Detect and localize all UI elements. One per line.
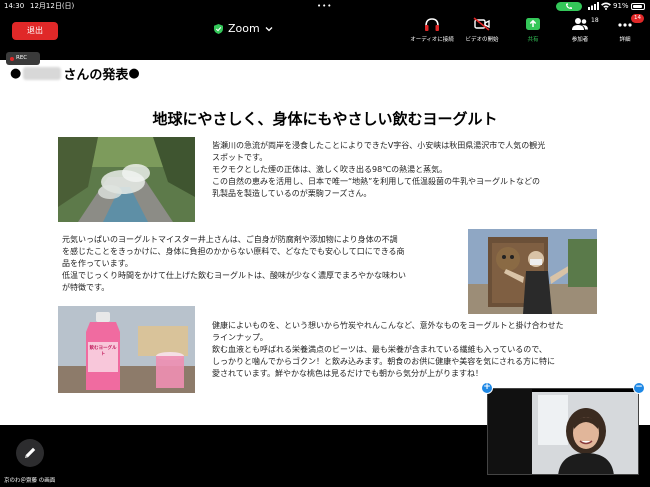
- screen-owner-label: 京のわ＠齋藤 の画面: [4, 478, 56, 484]
- para3-line: しっかりと噛んでからゴクン！と飲み込みます。朝食のお供に健康や美容を気にされる方…: [212, 357, 556, 366]
- para3-line: 飲む血液とも呼ばれる栄養満点のビーツは、最も栄養が含まれている繊維も入っているの…: [212, 345, 547, 354]
- annotate-button[interactable]: [16, 439, 44, 467]
- slide-title: 地球にやさしく、身体にもやさしい飲むヨーグルト: [152, 110, 498, 128]
- share-label: 共有: [527, 37, 539, 43]
- bullet-left: ●: [10, 66, 22, 81]
- thumbnail-minimize-button[interactable]: −: [633, 382, 645, 394]
- battery-fill: [633, 5, 643, 8]
- mascot-photo: [468, 229, 597, 314]
- blurred-name: [23, 67, 62, 80]
- wifi-icon: [601, 2, 611, 10]
- app-title: Zoom: [228, 22, 260, 35]
- recording-label: REC: [16, 55, 28, 61]
- participants-label: 参加者: [571, 37, 589, 43]
- headphones-icon: [425, 18, 439, 31]
- para2-line: 元気いっぱいのヨーグルトマイスター井上さんは、ご自身が防腐剤や添加物により身体の…: [62, 235, 398, 244]
- para3-line: ラインナップ。: [212, 333, 268, 342]
- thumbnail-expand-button[interactable]: +: [481, 382, 493, 394]
- para1-line: この自然の恵みを活用し、日本で唯一“地熱”を利用して低温殺菌の牛乳やヨーグルトな…: [212, 177, 541, 186]
- video-thumbnail[interactable]: [487, 388, 639, 475]
- record-dot-icon: [10, 56, 14, 61]
- more-badge: 14: [631, 14, 644, 23]
- share-screen-icon: [526, 18, 540, 30]
- participant-video: [488, 389, 638, 474]
- more-label: 詳細: [619, 37, 631, 43]
- cell-signal-icon: [588, 2, 599, 10]
- participants-icon: [572, 18, 588, 30]
- status-date: 12月12日(日): [30, 2, 75, 10]
- presenter-suffix: さんの発表: [63, 68, 129, 83]
- bottle-label: 飲むヨーグルト: [89, 346, 117, 357]
- video-off-icon: [473, 17, 490, 31]
- bullet-right: ●: [128, 66, 140, 81]
- security-shield-icon: [214, 24, 223, 34]
- active-call-indicator[interactable]: [556, 2, 582, 11]
- multitask-dots-icon[interactable]: •••: [317, 0, 332, 12]
- audio-label: オーディオに接続: [410, 37, 454, 43]
- chevron-down-icon: [265, 27, 273, 32]
- battery-percent: 91%: [613, 2, 629, 10]
- paragraph-2: 元気いっぱいのヨーグルトマイスター井上さんは、ご自身が防腐剤や添加物により身体の…: [62, 234, 462, 294]
- para2-line: 低温でじっくり時間をかけて仕上げた飲むヨーグルトは、酸味が少なく濃厚でまろやかな…: [62, 271, 406, 280]
- para1-line: スポットです。: [212, 153, 268, 162]
- meeting-title[interactable]: Zoom: [214, 22, 273, 36]
- para3-line: 健康によいものを、という想いから竹炭やれんこんなど、意外なものをヨーグルトと掛け…: [212, 321, 564, 330]
- battery-icon: [631, 3, 645, 10]
- para1-line: モクモクとした煙の正体は、激しく吹き出る98℃の熱湯と蒸気。: [212, 165, 448, 174]
- recording-indicator[interactable]: REC: [6, 52, 40, 65]
- paragraph-1: 皆瀬川の急流が両岸を浸食したことによりできたV字谷、小安峡は秋田県湯沢市で人気の…: [212, 140, 612, 200]
- para2-line: を感じたことをきっかけに、身体に負担のかからない原料で、どなたでも安心して口にで…: [62, 247, 405, 256]
- gorge-photo: [58, 137, 195, 222]
- zoom-meeting-screen: 14:30 12月12日(日) ••• 91% 退出 Zoom オーディオに接続…: [0, 0, 650, 487]
- phone-icon: [566, 3, 572, 9]
- para2-line: が特徴です。: [62, 283, 110, 292]
- para1-line: 皆瀬川の急流が両岸を浸食したことによりできたV字谷、小安峡は秋田県湯沢市で人気の…: [212, 141, 546, 150]
- video-label: ビデオの開始: [465, 37, 499, 43]
- presenter-heading: ● さんの発表 ●: [10, 64, 140, 83]
- status-time: 14:30: [4, 2, 25, 10]
- paragraph-3: 健康によいものを、という想いから竹炭やれんこんなど、意外なものをヨーグルトと掛け…: [212, 320, 624, 380]
- para1-line: 乳製品を製造しているのが栗駒フーズさん。: [212, 189, 372, 198]
- leave-button[interactable]: 退出: [12, 22, 58, 40]
- pencil-icon: [25, 447, 36, 458]
- para3-line: 愛されています。鮮やかな桃色は見るだけでも朝から気分が上がりますね！: [212, 369, 483, 378]
- zoom-toolbar: 退出 Zoom オーディオに接続 ビデオの開始 共有 参加者 18 詳細 14: [0, 12, 650, 48]
- ios-status-bar: 14:30 12月12日(日) ••• 91%: [0, 0, 650, 12]
- para2-line: 品を作っています。: [62, 259, 133, 268]
- yogurt-photo: 飲むヨーグルト: [58, 306, 195, 393]
